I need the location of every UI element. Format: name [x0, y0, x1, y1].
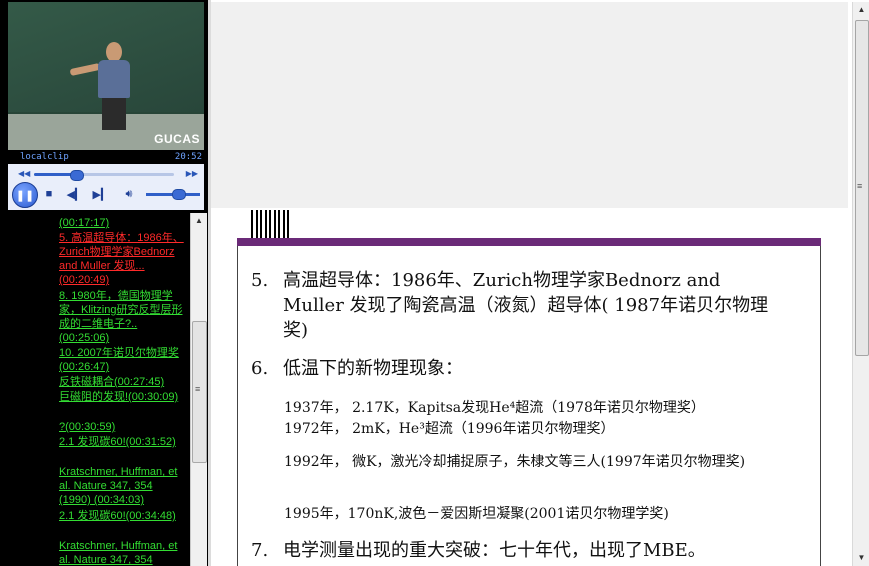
speaker-icon[interactable]: 🔊︎ — [120, 182, 138, 206]
scrollbar-thumb[interactable]: ≡ — [855, 20, 869, 356]
item-number: 7. — [251, 540, 269, 561]
volume-handle[interactable] — [172, 189, 187, 200]
chapter-link[interactable]: 反铁磁耦合(00:27:45) — [59, 375, 184, 389]
seek-track[interactable] — [34, 170, 174, 181]
sub-item: 1992年， 微K，激光冷却捕捉原子，朱棣文等三人(1997年诺贝尔物理奖) — [284, 454, 746, 470]
clip-info-bar: localclip 20:52 — [8, 150, 204, 164]
chapter-link[interactable]: 2.1 发现碳60!(00:31:52) — [59, 435, 184, 449]
chapter-link[interactable]: 8. 1980年，德国物理学家，Klitzing研究反型层形成的二维电子?..(… — [59, 289, 184, 345]
scrollbar-thumb[interactable]: ≡ — [192, 321, 207, 463]
item-text: 高温超导体：1986年、Zurich物理学家Bednorz and Muller… — [283, 270, 769, 341]
sub-item: 1937年， 2.17K，Kapitsa发现He⁴超流（1978年诺贝尔物理奖） — [284, 400, 705, 416]
chapter-link[interactable]: 10. 2007年诺贝尔物理奖(00:26:47) — [59, 346, 184, 374]
chapter-link[interactable]: Kratschmer, Huffman, et al. Nature 347, … — [59, 539, 184, 566]
left-panel: GUCAS localclip 20:52 ◀◀ ▶▶ ❚❚ ■ ◀▎ ▶▎ 🔊… — [0, 0, 208, 566]
sub-item: 1995年，170nK,波色－爱因斯坦凝聚(2001诺贝尔物理学奖) — [284, 506, 669, 522]
slide-header-band — [237, 238, 821, 246]
lecturer-image — [69, 42, 132, 130]
item-number: 6. — [251, 358, 269, 379]
chapter-link[interactable]: Kratschmer, Huffman, et al. Nature 347, … — [59, 465, 184, 507]
chapter-list-scrollbar[interactable]: ▲ ≡ — [190, 213, 207, 566]
chapter-list: (00:17:17) 5. 高温超导体：1986年、Zurich物理学家Bedno… — [6, 213, 190, 566]
page-scrollbar[interactable]: ▲ ≡ ▼ — [852, 2, 869, 566]
chapter-link[interactable]: ?(00:30:59) — [59, 420, 184, 434]
blank-area — [211, 2, 848, 208]
rewind-icon[interactable]: ◀◀ — [18, 169, 30, 178]
seek-bar[interactable]: ◀◀ ▶▶ — [8, 168, 204, 181]
next-icon[interactable]: ▶▎ — [93, 182, 110, 206]
chapter-link[interactable]: 2.1 发现碳60!(00:34:48) — [59, 509, 184, 523]
video-display[interactable]: GUCAS — [8, 2, 204, 150]
item-text: 电学测量出现的重大突破：七十年代，出现了MBE。 — [283, 540, 706, 561]
stop-icon[interactable]: ■ — [42, 182, 56, 206]
player-controls: ◀◀ ▶▶ ❚❚ ■ ◀▎ ▶▎ 🔊︎ — [8, 164, 204, 210]
sub-item: 1972年， 2mK，He³超流（1996年诺贝尔物理奖） — [284, 421, 615, 437]
chapter-link[interactable]: (00:17:17) — [59, 216, 184, 230]
video-watermark: GUCAS — [154, 132, 200, 146]
chapter-link[interactable]: 巨磁阻的发现!(00:30:09) — [59, 390, 184, 404]
previous-icon[interactable]: ◀▎ — [67, 182, 84, 206]
item-number: 5. — [251, 270, 269, 291]
fast-forward-icon[interactable]: ▶▶ — [186, 169, 198, 178]
clip-name: localclip — [20, 152, 69, 162]
item-text: 低温下的新物理现象： — [283, 358, 463, 379]
pause-icon[interactable]: ❚❚ — [12, 182, 38, 208]
scroll-up-icon[interactable]: ▲ — [191, 213, 207, 229]
chapter-link[interactable]: 5. 高温超导体：1986年、Zurich物理学家Bednorz and Mul… — [59, 231, 184, 287]
scroll-up-icon[interactable]: ▲ — [853, 2, 869, 18]
slide-decoration — [251, 210, 291, 238]
scroll-down-icon[interactable]: ▼ — [853, 550, 869, 566]
seek-handle[interactable] — [70, 170, 84, 181]
slide-view: 5. 高温超导体：1986年、Zurich物理学家Bednorz and Mul… — [211, 208, 848, 566]
clip-duration: 20:52 — [174, 152, 202, 162]
